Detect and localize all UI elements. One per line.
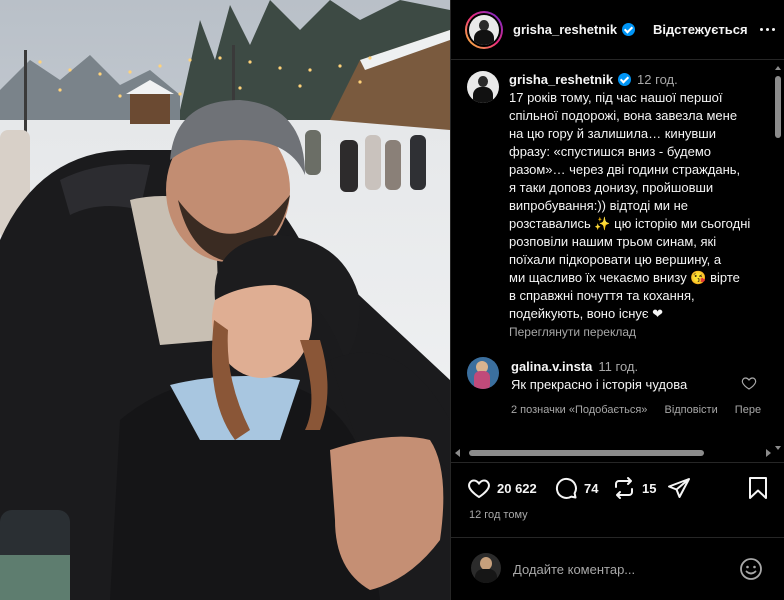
bookmark-icon (749, 477, 767, 499)
add-comment-input[interactable] (513, 559, 723, 579)
save-button[interactable] (747, 476, 769, 500)
verified-icon (622, 23, 636, 36)
author-username[interactable]: grisha_reshetnik (513, 22, 636, 37)
caption-username[interactable]: grisha_reshetnik (509, 72, 632, 87)
share-icon (668, 478, 690, 498)
comment-likes-count[interactable]: 2 позначки «Подобається» (511, 404, 647, 416)
repost-icon (615, 477, 633, 499)
likes-count[interactable]: 20 622 (497, 481, 537, 496)
following-button[interactable]: Відстежується (653, 22, 748, 37)
comment-icon (555, 477, 577, 499)
see-translation-link[interactable]: Переглянути переклад (509, 325, 759, 339)
comments-count[interactable]: 74 (584, 481, 598, 496)
comment-text: Як прекрасно і історія чудова (511, 377, 688, 392)
reposts-count[interactable]: 15 (642, 481, 656, 496)
comment-username[interactable]: galina.v.insta 11 год. (511, 359, 638, 374)
divider (451, 537, 784, 538)
horizontal-scrollbar[interactable] (451, 446, 775, 460)
author-avatar[interactable] (465, 10, 503, 49)
comment-time: 11 год. (598, 359, 639, 374)
vertical-scrollbar[interactable] (774, 66, 782, 450)
more-icon[interactable] (760, 28, 775, 31)
post-panel: grisha_reshetnik Відстежується grisha_re… (450, 0, 784, 600)
photo-illustration (0, 0, 450, 600)
add-comment-row (451, 540, 784, 598)
like-button[interactable]: 20 622 (467, 476, 537, 500)
post-caption: grisha_reshetnik 12 год. 17 років тому, п… (467, 71, 767, 339)
emoji-icon[interactable] (739, 557, 763, 581)
comment-translate-link[interactable]: Пере (735, 404, 761, 416)
divider (451, 462, 784, 463)
comment-avatar[interactable] (467, 357, 499, 389)
verified-icon (618, 73, 632, 86)
post-header: grisha_reshetnik Відстежується (451, 0, 784, 60)
comment-like-heart-icon[interactable] (741, 375, 757, 391)
action-bar: 20 622 74 15 (451, 474, 784, 504)
comments-scroll-area[interactable]: grisha_reshetnik 12 год. 17 років тому, п… (451, 61, 784, 454)
posted-time: 12 год тому (469, 509, 528, 521)
post-photo[interactable] (0, 0, 450, 600)
repost-button[interactable]: 15 (612, 476, 656, 500)
comment-button[interactable]: 74 (554, 476, 598, 500)
caption-time: 12 год. (637, 72, 678, 87)
share-button[interactable] (667, 476, 691, 500)
caption-body: 17 років тому, під час нашої першої спіл… (509, 90, 751, 321)
caption-avatar[interactable] (467, 71, 499, 103)
caption-text: grisha_reshetnik 12 год. 17 років тому, п… (509, 71, 759, 323)
reply-button[interactable]: Відповісти (664, 404, 717, 416)
heart-icon (468, 479, 490, 499)
current-user-avatar[interactable] (471, 553, 501, 583)
